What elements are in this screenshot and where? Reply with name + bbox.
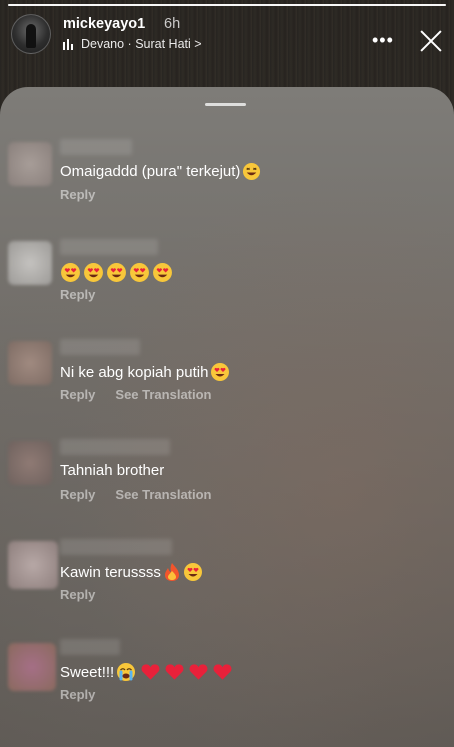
red-heart-icon — [189, 663, 208, 681]
commenter-avatar[interactable] — [8, 142, 52, 186]
comment-actions: Reply — [60, 687, 95, 702]
comment-text — [60, 262, 173, 283]
music-attribution[interactable]: Devano · Surat Hati > — [63, 37, 202, 51]
comment-item: Sweet!!! Reply — [0, 637, 454, 737]
sheet-grabber[interactable] — [205, 103, 246, 106]
story-user-avatar[interactable] — [11, 14, 51, 54]
comment-body: Sweet!!! — [60, 663, 115, 681]
heart-eyes-face-icon — [60, 262, 81, 283]
reply-button[interactable]: Reply — [60, 287, 95, 302]
story-time: 6h — [164, 16, 181, 32]
comment-item: Omaigaddd (pura" terkejut) Reply — [0, 137, 454, 237]
comment-body: Tahniah brother — [60, 462, 165, 479]
laughing-face-icon — [242, 162, 261, 181]
red-heart-icon — [213, 663, 232, 681]
comment-text: Ni ke abg kopiah putih — [60, 362, 230, 382]
comment-body: Ni ke abg kopiah putih — [60, 363, 209, 381]
comment-actions: Reply See Translation — [60, 487, 212, 502]
comment-actions: Reply — [60, 187, 95, 202]
comment-body: Kawin terussss — [60, 563, 161, 581]
story-progress-bar — [8, 4, 446, 6]
commenter-name[interactable] — [60, 639, 120, 655]
comment-text: Omaigaddd (pura" terkejut) — [60, 162, 261, 181]
reply-button[interactable]: Reply — [60, 487, 95, 502]
commenter-avatar[interactable] — [8, 441, 52, 485]
commenter-name[interactable] — [60, 339, 140, 355]
heart-eyes-face-icon — [183, 562, 203, 582]
comment-item: Kawin terussss Reply — [0, 537, 454, 637]
reply-button[interactable]: Reply — [60, 387, 95, 402]
commenter-avatar[interactable] — [8, 341, 52, 385]
comment-item: Reply — [0, 237, 454, 337]
comment-text: Sweet!!! — [60, 662, 232, 682]
commenter-name[interactable] — [60, 139, 132, 155]
see-translation-button[interactable]: See Translation — [115, 387, 211, 402]
comment-item: Tahniah brother Reply See Translation — [0, 437, 454, 537]
commenter-name[interactable] — [60, 239, 158, 255]
comment-actions: Reply See Translation — [60, 387, 212, 402]
heart-eyes-face-icon — [152, 262, 173, 283]
story-header: mickeyayo1 6h Devano · Surat Hati > ••• — [0, 8, 454, 62]
comment-body: Omaigaddd (pura" terkejut) — [60, 163, 241, 180]
comment-actions: Reply — [60, 587, 95, 602]
commenter-name[interactable] — [60, 539, 172, 555]
reply-button[interactable]: Reply — [60, 687, 95, 702]
story-progress-fill — [8, 4, 446, 6]
heart-eyes-face-icon — [129, 262, 150, 283]
commenter-avatar[interactable] — [8, 541, 58, 589]
red-heart-icon — [141, 663, 160, 681]
see-translation-button[interactable]: See Translation — [115, 487, 211, 502]
reply-button[interactable]: Reply — [60, 587, 95, 602]
heart-eyes-face-icon — [83, 262, 104, 283]
close-icon[interactable] — [418, 28, 444, 54]
commenter-avatar[interactable] — [8, 241, 52, 285]
music-label: Devano · Surat Hati > — [81, 37, 202, 51]
music-bars-icon — [63, 38, 77, 50]
commenter-name[interactable] — [60, 439, 170, 455]
more-options-icon[interactable]: ••• — [372, 30, 394, 51]
heart-eyes-face-icon — [106, 262, 127, 283]
heart-eyes-face-icon — [210, 362, 230, 382]
fire-icon — [163, 562, 181, 582]
story-username[interactable]: mickeyayo1 — [63, 16, 145, 32]
comment-text: Tahniah brother — [60, 462, 164, 479]
comment-actions: Reply — [60, 287, 95, 302]
comment-text: Kawin terussss — [60, 562, 203, 582]
comments-sheet: Omaigaddd (pura" terkejut) Reply Reply N… — [0, 87, 454, 747]
reply-button[interactable]: Reply — [60, 187, 95, 202]
comment-item: Ni ke abg kopiah putih Reply See Transla… — [0, 337, 454, 437]
red-heart-icon — [165, 663, 184, 681]
crying-face-icon — [116, 662, 136, 682]
commenter-avatar[interactable] — [8, 643, 56, 691]
